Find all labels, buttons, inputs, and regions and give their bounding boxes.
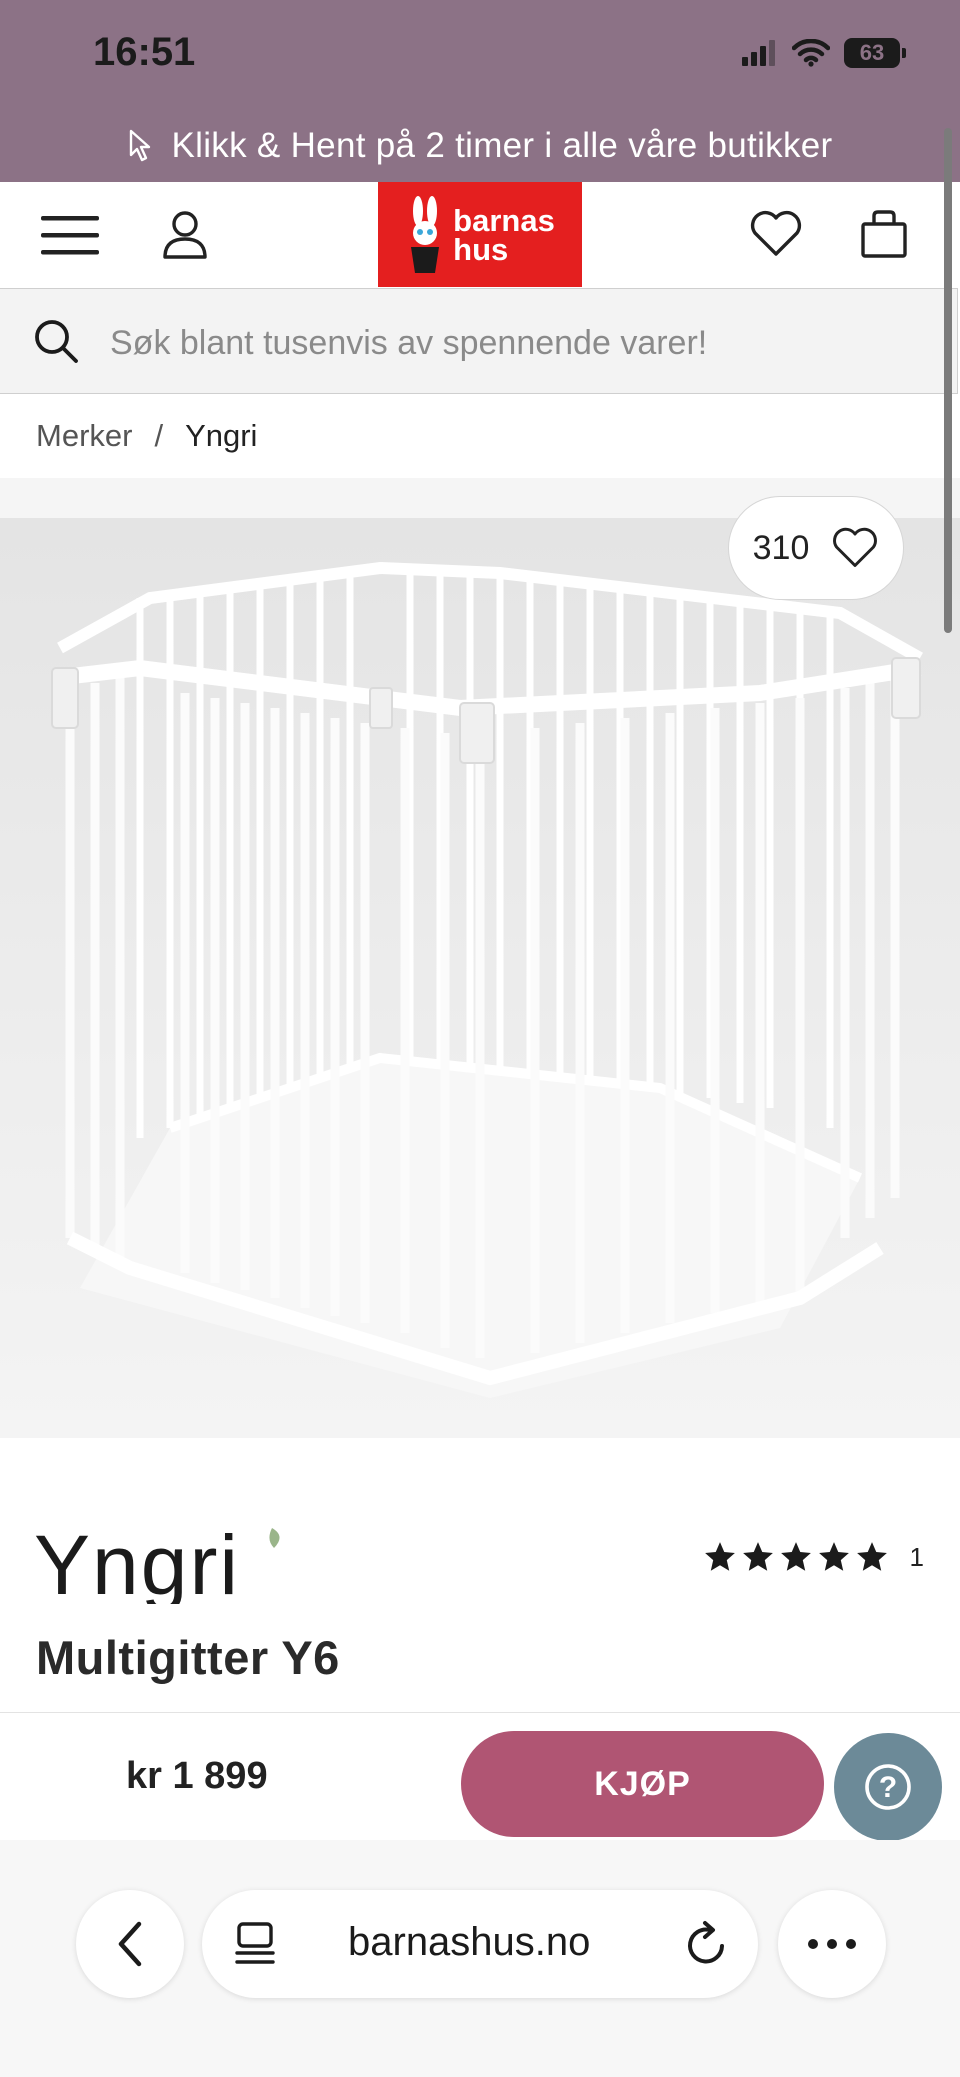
product-title: Multigitter Y6: [36, 1631, 340, 1684]
help-button[interactable]: ?: [834, 1733, 942, 1841]
site-header: barnas hus: [0, 182, 960, 288]
star-icon: [856, 1542, 887, 1571]
more-icon: [808, 1939, 856, 1949]
promo-text: Klikk & Hent på 2 timer i alle våre buti…: [171, 126, 833, 165]
star-icon: [704, 1542, 735, 1571]
back-button[interactable]: [76, 1890, 184, 1998]
star-icon: [780, 1542, 811, 1571]
wifi-icon: [792, 39, 830, 67]
status-icons: 63: [742, 36, 906, 70]
barnashus-logo[interactable]: barnas hus: [378, 182, 582, 287]
svg-text:Yngri: Yngri: [34, 1522, 240, 1604]
star-icon: [742, 1542, 773, 1571]
favorite-button[interactable]: 310: [728, 496, 904, 600]
breadcrumb-separator: /: [154, 418, 164, 453]
url-text: barnashus.no: [348, 1920, 591, 1964]
heart-icon: [833, 527, 878, 567]
product-rating[interactable]: 1: [702, 1540, 924, 1574]
buy-bar: kr 1 899 KJØP ?: [0, 1712, 960, 1841]
product-image[interactable]: [0, 518, 960, 1438]
status-bar: 16:51 63: [0, 0, 960, 110]
rabbit-icon: [411, 195, 440, 273]
cursor-icon: [129, 129, 150, 162]
battery-indicator: 63: [844, 38, 906, 68]
logo-wordmark: barnas hus: [453, 202, 555, 267]
buy-button[interactable]: KJØP: [461, 1731, 824, 1837]
user-icon: [163, 211, 207, 259]
wishlist-button[interactable]: [744, 202, 808, 266]
search-bar: [0, 288, 958, 394]
promo-banner[interactable]: Klikk & Hent på 2 timer i alle våre buti…: [0, 110, 960, 182]
product-price: kr 1 899: [126, 1755, 268, 1797]
question-icon: ?: [865, 1764, 911, 1810]
status-time: 16:51: [93, 30, 196, 74]
breadcrumb: Merker / Yngri: [36, 418, 257, 454]
search-input[interactable]: [108, 315, 912, 371]
chevron-left-icon: [118, 1921, 142, 1967]
favorite-count: 310: [752, 528, 810, 567]
breadcrumb-item-merker[interactable]: Merker: [36, 418, 132, 454]
hamburger-icon: [41, 216, 99, 255]
search-icon[interactable]: [32, 317, 80, 365]
heart-icon: [750, 210, 802, 256]
menu-button[interactable]: [36, 208, 104, 262]
address-bar[interactable]: barnashus.no: [202, 1890, 758, 1998]
signal-icon: [742, 40, 775, 66]
brand-logo[interactable]: Yngri: [34, 1518, 284, 1612]
svg-text:?: ?: [879, 1771, 897, 1804]
rating-count: 1: [909, 1541, 924, 1572]
breadcrumb-item-yngri: Yngri: [185, 418, 258, 453]
cart-button[interactable]: [852, 202, 916, 266]
reader-mode-icon[interactable]: [234, 1921, 276, 1967]
scroll-indicator[interactable]: [944, 128, 952, 633]
reload-icon[interactable]: [684, 1920, 730, 1968]
more-button[interactable]: [778, 1890, 886, 1998]
account-button[interactable]: [150, 202, 220, 268]
browser-toolbar: barnashus.no: [0, 1840, 960, 2077]
star-icon: [818, 1542, 849, 1571]
yngri-logo: Yngri: [34, 1518, 280, 1612]
product-image-area[interactable]: [0, 478, 960, 1438]
shopping-bag-icon: [861, 210, 907, 258]
